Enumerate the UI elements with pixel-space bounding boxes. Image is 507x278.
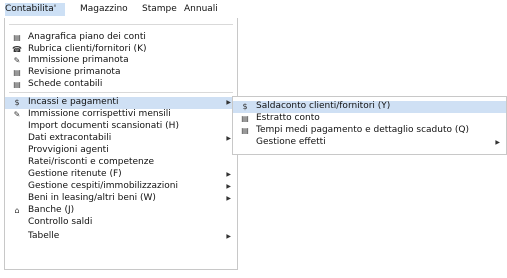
menu-item-ratei-risconti-e-competenze[interactable]: Ratei/risconti e competenze <box>5 157 237 169</box>
submenu-arrow-icon: ▶ <box>226 195 231 202</box>
menu-item-label: Provvigioni agenti <box>28 145 109 155</box>
menu-item-label: Gestione ritenute (F) <box>28 169 122 179</box>
menu-separator <box>9 24 233 25</box>
submenu-arrow-icon: ▶ <box>226 171 231 178</box>
contacts-icon: ☎ <box>12 45 22 54</box>
menu-item-label: Ratei/risconti e competenze <box>28 157 155 167</box>
submenu-arrow-icon: ▶ <box>226 135 231 142</box>
menu-item-gestione-ritenute-f[interactable]: Gestione ritenute (F) ▶ <box>5 169 237 181</box>
menu-item-label: Banche (J) <box>28 205 75 215</box>
document-icon: ▤ <box>241 126 249 135</box>
menu-stampe[interactable]: Stampe <box>142 3 180 16</box>
menu-item-label: Beni in leasing/altri beni (W) <box>28 193 156 203</box>
menu-item-label: Saldaconto clienti/fornitori (Y) <box>256 101 391 111</box>
document-icon: ▤ <box>13 68 21 77</box>
menu-magazzino[interactable]: Magazzino <box>80 3 132 16</box>
menu-item-label: Revisione primanota <box>28 67 121 77</box>
document-icon: ▤ <box>241 114 249 123</box>
menu-item-controllo-saldi[interactable]: Controllo saldi <box>5 217 237 229</box>
menu-item-beni-in-leasing-altri-beni-w[interactable]: Beni in leasing/altri beni (W) ▶ <box>5 193 237 205</box>
menu-item-estratto-conto[interactable]: ▤ Estratto conto <box>233 113 506 125</box>
menu-item-tabelle[interactable]: Tabelle ▶ <box>5 231 237 243</box>
menu-item-label: Gestione cespiti/immobilizzazioni <box>28 181 178 191</box>
menu-item-label: Tempi medi pagamento e dettaglio scaduto… <box>256 125 469 135</box>
menu-annuali[interactable]: Annuali <box>184 3 224 16</box>
menu-item-saldaconto-clienti-fornitori-y[interactable]: $ Saldaconto clienti/fornitori (Y) <box>233 101 506 113</box>
submenu-arrow-icon: ▶ <box>226 233 231 240</box>
submenu-arrow-icon: ▶ <box>226 99 231 106</box>
menu-item-label: Import documenti scansionati (H) <box>28 121 179 131</box>
menu-item-label: Schede contabili <box>28 79 103 89</box>
menu-item-label: Gestione effetti <box>256 137 326 147</box>
menu-item-import-documenti-scansionati-h[interactable]: Import documenti scansionati (H) <box>5 121 237 133</box>
menu-separator <box>9 92 233 93</box>
menu-item-label: Controllo saldi <box>28 217 93 227</box>
menu-item-banche-j[interactable]: ⌂ Banche (J) <box>5 205 237 217</box>
entry-icon: ✎ <box>13 56 21 65</box>
menu-item-gestione-cespiti-immobilizzazioni[interactable]: Gestione cespiti/immobilizzazioni ▶ <box>5 181 237 193</box>
menu-item-gestione-effetti[interactable]: Gestione effetti ▶ <box>233 137 506 149</box>
menu-item-anagrafica-piano-dei-conti[interactable]: ▤ Anagrafica piano dei conti <box>5 32 237 44</box>
menu-item-label: Immissione primanota <box>28 55 129 65</box>
menu-item-immissione-corrispettivi-mensili[interactable]: ✎ Immissione corrispettivi mensili <box>5 109 237 121</box>
document-icon: ▤ <box>13 33 21 42</box>
menu-item-schede-contabili[interactable]: ▤ Schede contabili <box>5 79 237 91</box>
incassi-pagamenti-submenu: $ Saldaconto clienti/fornitori (Y) ▤ Estrat… <box>232 96 507 155</box>
menu-item-tempi-medi-pagamento-e-dettaglio-scaduto-q[interactable]: ▤ Tempi medi pagamento e dettaglio scadut… <box>233 125 506 137</box>
bank-icon: ⌂ <box>14 206 20 215</box>
menu-item-rubrica-clienti-fornitori-k[interactable]: ☎ Rubrica clienti/fornitori (K) <box>5 44 237 56</box>
submenu-arrow-icon: ▶ <box>226 183 231 190</box>
menu-item-label: Dati extracontabili <box>28 133 112 143</box>
menu-item-provvigioni-agenti[interactable]: Provvigioni agenti <box>5 145 237 157</box>
menu-item-label: Estratto conto <box>256 113 320 123</box>
money-icon: $ <box>14 98 20 107</box>
money-icon: $ <box>242 102 248 111</box>
menu-bar: Contabilita' Magazzino Stampe Annuali <box>0 0 507 18</box>
menu-item-label: Anagrafica piano dei conti <box>28 32 146 42</box>
menu-item-label: Incassi e pagamenti <box>28 97 119 107</box>
menu-contabilita[interactable]: Contabilita' <box>5 3 65 16</box>
menu-item-label: Immissione corrispettivi mensili <box>28 109 171 119</box>
menu-item-incassi-e-pagamenti[interactable]: $ Incassi e pagamenti ▶ <box>5 97 237 109</box>
menu-item-immissione-primanota[interactable]: ✎ Immissione primanota <box>5 55 237 67</box>
entry-icon: ✎ <box>13 110 21 119</box>
menu-item-label: Rubrica clienti/fornitori (K) <box>28 44 147 54</box>
menu-item-label: Tabelle <box>28 231 60 241</box>
contabilita-dropdown: ▤ Anagrafica piano dei conti ☎ Rubrica clie… <box>4 18 238 270</box>
menu-item-revisione-primanota[interactable]: ▤ Revisione primanota <box>5 67 237 79</box>
document-icon: ▤ <box>13 80 21 89</box>
menu-item-dati-extracontabili[interactable]: Dati extracontabili ▶ <box>5 133 237 145</box>
submenu-arrow-icon: ▶ <box>495 139 500 146</box>
